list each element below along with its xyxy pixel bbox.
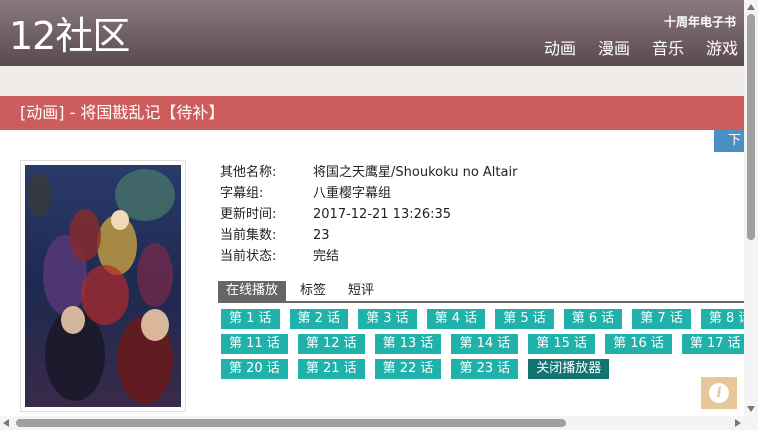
info-row: 当前集数: 23 (220, 225, 517, 246)
nav-games[interactable]: 游戏 (706, 38, 738, 60)
tab-online-play[interactable]: 在线播放 (218, 281, 287, 301)
scroll-left-arrow-icon[interactable] (3, 419, 9, 427)
tab-tags[interactable]: 标签 (292, 281, 334, 301)
download-tab[interactable]: 下 (714, 130, 744, 152)
episode-button[interactable]: 第 23 话 (451, 359, 519, 379)
episode-list: 第 1 话 第 2 话 第 3 话 第 4 话 第 5 话 第 6 话 第 7 … (221, 309, 744, 385)
horizontal-scrollbar[interactable] (0, 416, 744, 430)
info-label: 更新时间: (220, 207, 277, 222)
episode-button[interactable]: 第 17 话 (681, 334, 744, 354)
info-row: 字幕组: 八重樱字幕组 (220, 183, 517, 204)
episode-button[interactable]: 第 16 话 (605, 334, 672, 354)
vertical-scroll-thumb[interactable] (747, 14, 755, 240)
nav-manga[interactable]: 漫画 (598, 38, 630, 60)
info-label: 当前集数: (220, 228, 277, 243)
page-title: [动画] - 将国戡乱记【待补】 (0, 96, 744, 130)
episode-button[interactable]: 第 4 话 (426, 309, 486, 329)
info-row: 其他名称: 将国之天鹰星/Shoukoku no Altair (220, 162, 517, 183)
site-logo[interactable]: 12社区 (9, 14, 130, 58)
episode-button[interactable]: 第 20 话 (221, 359, 288, 379)
info-label: 当前状态: (220, 249, 277, 264)
scroll-up-arrow-icon[interactable] (747, 4, 755, 10)
info-label: 其他名称: (220, 165, 277, 180)
episode-button[interactable]: 第 5 话 (495, 309, 554, 329)
info-icon: i (709, 383, 729, 403)
episode-button[interactable]: 第 7 话 (632, 309, 691, 329)
episode-row: 第 20 话 第 21 话 第 22 话 第 23 话 关闭播放器 (221, 359, 744, 379)
tab-reviews[interactable]: 短评 (340, 281, 382, 301)
scrollbar-corner (744, 416, 758, 430)
poster-artwork (25, 165, 181, 407)
close-player-button[interactable]: 关闭播放器 (528, 359, 610, 379)
info-label: 字幕组: (220, 186, 264, 201)
info-row: 更新时间: 2017-12-21 13:26:35 (220, 204, 517, 225)
episode-button[interactable]: 第 8 话 (700, 309, 744, 329)
anime-info: 其他名称: 将国之天鹰星/Shoukoku no Altair 字幕组: 八重樱… (220, 162, 517, 267)
anniversary-ebook-link[interactable]: 十周年电子书 (664, 13, 736, 30)
episode-button[interactable]: 第 22 话 (374, 359, 442, 379)
info-value: 八重樱字幕组 (313, 186, 392, 201)
episode-button[interactable]: 第 3 话 (358, 309, 417, 329)
episode-row: 第 1 话 第 2 话 第 3 话 第 4 话 第 5 话 第 6 话 第 7 … (221, 309, 744, 329)
nav-anime[interactable]: 动画 (544, 38, 576, 60)
site-header: 12社区 十周年电子书 动画 漫画 音乐 游戏 (0, 0, 744, 66)
info-button[interactable]: i (701, 377, 737, 409)
episode-button[interactable]: 第 2 话 (289, 309, 349, 329)
episode-button[interactable]: 第 21 话 (297, 359, 365, 379)
episode-button[interactable]: 第 11 话 (221, 334, 288, 354)
info-value: 2017-12-21 13:26:35 (313, 207, 452, 222)
scroll-down-arrow-icon[interactable] (747, 406, 755, 412)
main-nav: 动画 漫画 音乐 游戏 (522, 38, 738, 60)
scroll-right-arrow-icon[interactable] (735, 419, 741, 427)
episode-button[interactable]: 第 14 话 (451, 334, 519, 354)
vertical-scrollbar[interactable] (744, 0, 758, 416)
episode-row: 第 11 话 第 12 话 第 13 话 第 14 话 第 15 话 第 16 … (221, 334, 744, 354)
episode-button[interactable]: 第 12 话 (297, 334, 365, 354)
info-row: 当前状态: 完结 (220, 246, 517, 267)
poster-image (20, 160, 186, 412)
subheader-band (0, 66, 744, 96)
info-value: 将国之天鹰星/Shoukoku no Altair (313, 165, 518, 180)
horizontal-scroll-thumb[interactable] (16, 419, 566, 427)
content-tabs: 在线播放 标签 短评 (218, 281, 744, 303)
info-value: 完结 (313, 249, 340, 264)
episode-button[interactable]: 第 13 话 (374, 334, 442, 354)
episode-button[interactable]: 第 6 话 (563, 309, 623, 329)
info-value: 23 (313, 228, 330, 243)
nav-music[interactable]: 音乐 (652, 38, 684, 60)
episode-button[interactable]: 第 15 话 (528, 334, 596, 354)
episode-button[interactable]: 第 1 话 (221, 309, 280, 329)
